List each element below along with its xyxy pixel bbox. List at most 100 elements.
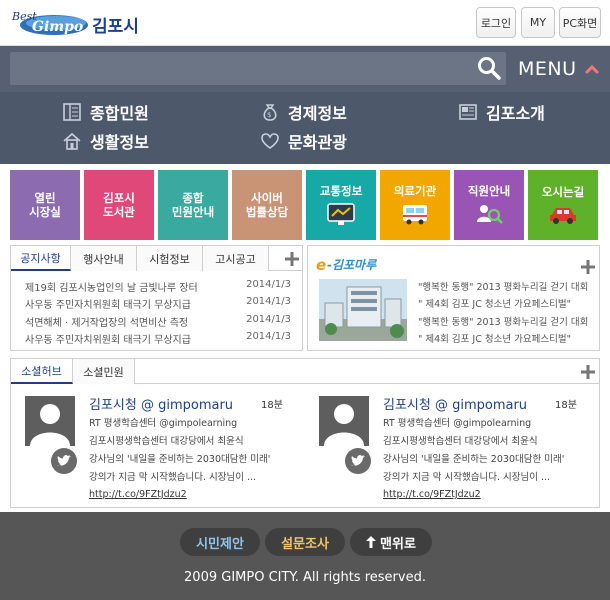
tab-announcements[interactable]: 고시공고 bbox=[203, 246, 269, 271]
tile-staff-guide[interactable]: 직원안내 bbox=[454, 170, 524, 240]
notice-title: 제19회 김포시농업인의 날 금빛나루 장터 bbox=[25, 283, 198, 294]
twitter-bird-icon[interactable] bbox=[51, 448, 77, 474]
notice-item[interactable]: 사우동 주민자치위원회 태극기 무상지급 2014/1/3 bbox=[25, 296, 291, 312]
post-text-line: 강사님의 '내일을 준비하는 2030대담한 미래' bbox=[89, 454, 271, 465]
tile-label: 직원안내 bbox=[467, 183, 511, 198]
tile-library[interactable]: 김포시 도서관 bbox=[84, 170, 154, 240]
tile-open-mayor-office[interactable]: 열린 시장실 bbox=[10, 170, 80, 240]
tile-legal-consult[interactable]: 사이버 법률상담 bbox=[232, 170, 302, 240]
post-time: 18분 bbox=[555, 400, 577, 411]
avatar[interactable] bbox=[25, 396, 75, 446]
social-post: 김포시청 @ gimpomaru 18분 RT 평생학습센터 @gimpolea… bbox=[25, 396, 285, 506]
more-plus-icon[interactable] bbox=[581, 260, 595, 274]
notice-title: 사우동 주민자치위원회 태극기 무상지급 bbox=[25, 300, 191, 311]
notice-item[interactable]: 제19회 김포시농업인의 날 금빛나루 장터 2014/1/3 bbox=[25, 279, 291, 295]
survey-button[interactable]: 설문조사 bbox=[265, 528, 345, 556]
notice-item[interactable]: 사우동 주민자치위원회 태극기 무상지급 2014/1/3 bbox=[25, 331, 291, 347]
book-icon bbox=[459, 104, 477, 120]
car-icon bbox=[550, 208, 576, 225]
citizen-proposal-button[interactable]: 시민제안 bbox=[180, 528, 260, 556]
tab-exams[interactable]: 시험정보 bbox=[137, 246, 203, 271]
post-text-line: 김포시평생학습센터 대강당에서 최윤식 bbox=[89, 436, 244, 447]
news-item[interactable]: "행복한 동행" 2013 평화누리길 걷기 대회 bbox=[418, 314, 588, 328]
twitter-bird-icon[interactable] bbox=[345, 448, 371, 474]
news-panel: e -김포마루 "행복한 동행" 2013 평화누리길 걷기 대회 " 제4회 … bbox=[307, 245, 600, 351]
tile-civil-guide[interactable]: 종합 민원안내 bbox=[158, 170, 228, 240]
svg-text:$: $ bbox=[267, 111, 271, 119]
site-name[interactable]: 김포시 bbox=[92, 12, 139, 37]
news-item[interactable]: " 제4회 김포 JC 청소년 가요페스티벌" bbox=[418, 296, 571, 310]
account-name[interactable]: 김포시청 @ gimpomaru bbox=[89, 394, 233, 413]
tile-label: 사이버 법률상담 bbox=[245, 190, 289, 219]
news-thumbnail-image[interactable] bbox=[319, 279, 407, 341]
back-to-top-label: 맨위로 bbox=[380, 536, 416, 552]
more-plus-icon[interactable] bbox=[285, 252, 299, 266]
people-search-icon bbox=[477, 205, 503, 225]
notice-title: 석면해체 · 제거작업장의 석면비산 측정 bbox=[25, 318, 189, 329]
category-economy[interactable]: $ 경제정보 bbox=[260, 100, 347, 124]
post-time: 18분 bbox=[261, 400, 283, 411]
copyright-text: 2009 GIMPO CITY. All rights reserved. bbox=[184, 570, 426, 585]
avatar[interactable] bbox=[319, 396, 369, 446]
post-link[interactable]: http://t.co/9FZtJdzu2 bbox=[383, 489, 481, 500]
best-gimpo-logo[interactable]: Best Gimpo bbox=[10, 8, 90, 38]
traffic-monitor-icon bbox=[327, 203, 355, 226]
footer: 시민제안 설문조사 맨위로 2009 GIMPO CITY. All right… bbox=[0, 512, 610, 600]
search-icon[interactable] bbox=[476, 55, 502, 81]
notice-panel: 공지사항 행사안내 시험정보 고시공고 제19회 김포시농업인의 날 금빛나루 … bbox=[10, 245, 303, 351]
tile-label: 종합 민원안내 bbox=[171, 190, 215, 219]
header: Best Gimpo 김포시 로그인 MY PC화면 bbox=[0, 0, 610, 46]
category-label: 생활정보 bbox=[90, 133, 149, 152]
tab-social-hub[interactable]: 소셜허브 bbox=[11, 359, 73, 384]
post-text-line: RT 평생학습센터 @gimpolearning bbox=[383, 418, 532, 429]
category-label: 문화관광 bbox=[288, 133, 347, 152]
tile-label: 김포시 도서관 bbox=[103, 190, 135, 219]
category-nav: 종합민원 $ 경제정보 김포소개 생활정보 문화관광 bbox=[0, 92, 610, 164]
notice-title: 사우동 주민자치위원회 태극기 무상지급 bbox=[25, 335, 191, 346]
house-icon bbox=[63, 132, 81, 150]
tile-label: 의료기관 bbox=[393, 183, 437, 198]
account-name[interactable]: 김포시청 @ gimpomaru bbox=[383, 394, 527, 413]
arrow-up-icon bbox=[366, 536, 377, 548]
tile-label: 오시는길 bbox=[541, 184, 585, 199]
category-culture-tourism[interactable]: 문화관광 bbox=[260, 129, 347, 153]
news-item[interactable]: " 제4회 김포 JC 청소년 가요페스티벌" bbox=[418, 331, 571, 345]
news-item[interactable]: "행복한 동행" 2013 평화누리길 걷기 대회 bbox=[418, 279, 588, 293]
post-text-line: 김포시평생학습센터 대강당에서 최윤식 bbox=[383, 436, 538, 447]
tile-label: 열린 시장실 bbox=[29, 190, 61, 219]
tab-events[interactable]: 행사안내 bbox=[71, 246, 137, 271]
category-about-gimpo[interactable]: 김포소개 bbox=[458, 100, 545, 124]
menu-label: MENU bbox=[518, 58, 577, 80]
post-text-line: 강의가 지금 막 시작했습니다. 시장님이 ... bbox=[89, 472, 257, 483]
category-civil-service[interactable]: 종합민원 bbox=[62, 100, 149, 124]
post-link[interactable]: http://t.co/9FZtJdzu2 bbox=[89, 489, 187, 500]
notice-date: 2014/1/3 bbox=[246, 296, 291, 307]
chevron-up-icon bbox=[585, 64, 599, 74]
more-plus-icon[interactable] bbox=[581, 365, 595, 379]
search-input[interactable] bbox=[10, 52, 506, 85]
login-button[interactable]: 로그인 bbox=[476, 7, 516, 38]
menu-button[interactable]: MENU bbox=[512, 52, 604, 86]
notice-date: 2014/1/3 bbox=[246, 331, 291, 342]
tile-label: 교통정보 bbox=[319, 183, 363, 198]
svg-text:-김포마루: -김포마루 bbox=[327, 258, 377, 272]
tile-traffic-info[interactable]: 교통정보 bbox=[306, 170, 376, 240]
notice-date: 2014/1/3 bbox=[246, 314, 291, 325]
gimpomaru-logo[interactable]: e -김포마루 bbox=[316, 254, 396, 274]
category-label: 종합민원 bbox=[90, 104, 149, 123]
category-label: 경제정보 bbox=[288, 104, 347, 123]
notice-date: 2014/1/3 bbox=[246, 279, 291, 290]
tile-medical[interactable]: 의료기관 bbox=[380, 170, 450, 240]
document-icon bbox=[63, 103, 81, 121]
back-to-top-button[interactable]: 맨위로 bbox=[350, 528, 432, 556]
post-text-line: 강사님의 '내일을 준비하는 2030대담한 미래' bbox=[383, 454, 565, 465]
category-living-info[interactable]: 생활정보 bbox=[62, 129, 149, 153]
pc-view-button[interactable]: PC화면 bbox=[559, 7, 601, 38]
quick-menu-tiles: 열린 시장실 김포시 도서관 종합 민원안내 사이버 법률상담 교통정보 의료기… bbox=[10, 170, 600, 240]
tab-notices[interactable]: 공지사항 bbox=[11, 246, 71, 271]
tile-directions[interactable]: 오시는길 bbox=[528, 170, 598, 240]
notice-item[interactable]: 석면해체 · 제거작업장의 석면비산 측정 2014/1/3 bbox=[25, 314, 291, 330]
svg-text:Gimpo: Gimpo bbox=[32, 19, 83, 35]
tab-social-complaints[interactable]: 소셜민원 bbox=[73, 359, 135, 384]
my-button[interactable]: MY bbox=[521, 7, 555, 38]
